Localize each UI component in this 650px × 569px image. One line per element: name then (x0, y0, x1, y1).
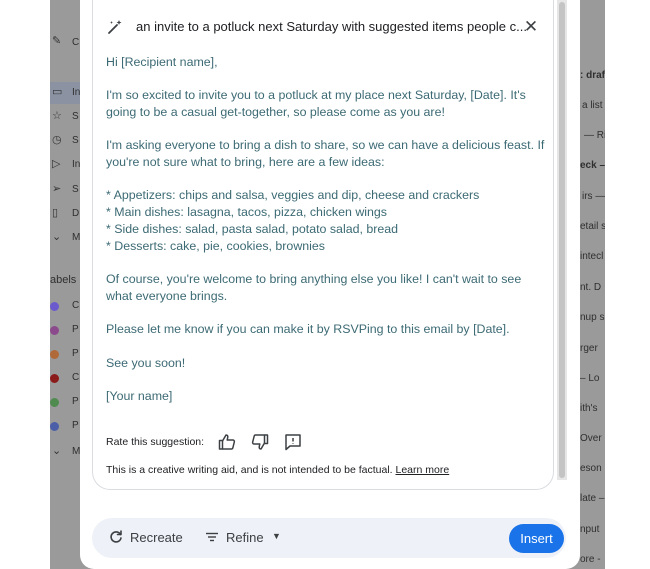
bg-snippet: a list (582, 100, 603, 111)
list-item: * Main dishes: lasagna, tacos, pizza, ch… (106, 205, 387, 219)
paragraph-text: Please let me know if you can make it by… (106, 322, 510, 336)
email-paragraph-1: I'm so excited to invite you to a potluc… (106, 87, 546, 121)
star-icon: ☆ (52, 110, 62, 122)
bg-snippet: : draf (580, 70, 605, 81)
bg-label: P (72, 420, 79, 431)
rating-label: Rate this suggestion: (106, 436, 205, 448)
list-item: * Side dishes: salad, pasta salad, potat… (106, 222, 399, 236)
bg-snippet: etail s (580, 221, 605, 232)
refresh-icon (108, 529, 124, 545)
prompt-row: an invite to a potluck next Saturday wit… (106, 16, 546, 38)
action-bar: Recreate Refine ▼ Insert (92, 518, 566, 558)
suggestion-list: * Appetizers: chips and salsa, veggies a… (106, 187, 546, 255)
clock-icon: ◷ (52, 134, 62, 146)
close-icon: ✕ (523, 17, 539, 36)
bg-label: P (72, 396, 79, 407)
email-closing: See you soon! (106, 355, 546, 372)
bg-label: P (72, 324, 79, 335)
bg-compose-label: C (72, 37, 80, 48)
bg-snippet: nt. D (580, 282, 602, 293)
label-dot (50, 326, 59, 335)
bg-snippet: nput (580, 524, 600, 535)
important-icon: ▷ (52, 158, 61, 170)
signature-text: [Your name] (106, 389, 173, 403)
refine-icon (204, 529, 220, 545)
bg-labels-heading: abels (50, 274, 77, 286)
bg-snippet: ith's (580, 403, 598, 414)
report-icon[interactable] (283, 432, 303, 452)
chevron-down-icon: ⌄ (52, 231, 62, 243)
paragraph-text: Of course, you're welcome to bring anyth… (106, 272, 522, 303)
bg-snippet: intecl (580, 251, 604, 262)
disclaimer-text: This is a creative writing aid, and is n… (106, 464, 396, 476)
bg-snippet: eck – (580, 160, 605, 171)
scrollbar-thumb[interactable] (559, 2, 565, 478)
send-icon: ➢ (52, 183, 62, 195)
email-signature: [Your name] (106, 388, 546, 405)
paragraph-text: I'm so excited to invite you to a potluc… (106, 88, 526, 119)
greeting-text: Hi [Recipient name], (106, 55, 218, 69)
bg-sidebar: ✎ C ▭ In ☆ S ◷ S ▷ In ➢ S ▯ D ⌄ M abels … (50, 0, 80, 569)
list-item: * Desserts: cake, pie, cookies, brownies (106, 239, 325, 253)
bg-snippet: late – (580, 493, 605, 504)
label-dot (50, 302, 59, 311)
caret-down-icon: ▼ (272, 531, 281, 541)
label-dot (50, 350, 59, 359)
learn-more-link[interactable]: Learn more (396, 464, 450, 476)
paragraph-text: I'm asking everyone to bring a dish to s… (106, 138, 545, 169)
thumbs-down-icon[interactable] (250, 432, 270, 452)
bg-message-list: : draf a list — Ri eck – irs — etail s i… (580, 0, 605, 569)
bg-label: S (72, 135, 79, 146)
bg-label: D (72, 208, 80, 219)
label-dot (50, 422, 59, 431)
bg-snippet: — Ri (584, 130, 605, 141)
email-greeting: Hi [Recipient name], (106, 54, 546, 71)
bg-snippet: nup s (580, 312, 605, 323)
bg-label: C (72, 372, 80, 383)
label-dot (50, 374, 59, 383)
inbox-icon: ▭ (52, 86, 63, 98)
bg-snippet: rger (580, 343, 598, 354)
pencil-icon: ✎ (52, 35, 62, 47)
bg-label: C (72, 300, 80, 311)
close-button[interactable]: ✕ (520, 16, 542, 38)
disclaimer: This is a creative writing aid, and is n… (106, 464, 449, 476)
bg-snippet: ore - (580, 554, 601, 565)
thumbs-up-icon[interactable] (217, 432, 237, 452)
bg-snippet: irs — (582, 191, 605, 202)
email-paragraph-2: I'm asking everyone to bring a dish to s… (106, 137, 546, 171)
label-dot (50, 398, 59, 407)
bg-label: S (72, 184, 79, 195)
bg-label: S (72, 111, 79, 122)
email-paragraph-3: Of course, you're welcome to bring anyth… (106, 271, 546, 305)
bg-snippet: eson (580, 463, 602, 474)
refine-label: Refine (226, 530, 264, 545)
wand-icon (106, 18, 124, 36)
insert-button[interactable]: Insert (509, 524, 564, 553)
bg-snippet: – Lo (580, 373, 600, 384)
list-item: * Appetizers: chips and salsa, veggies a… (106, 188, 480, 202)
prompt-text: an invite to a potluck next Saturday wit… (136, 19, 527, 34)
email-paragraph-4: Please let me know if you can make it by… (106, 321, 546, 338)
recreate-label: Recreate (130, 530, 183, 545)
draft-icon: ▯ (52, 207, 59, 219)
bg-snippet: Over (580, 433, 602, 444)
bg-label: P (72, 348, 79, 359)
closing-text: See you soon! (106, 356, 186, 370)
chevron-down-icon: ⌄ (52, 445, 62, 457)
